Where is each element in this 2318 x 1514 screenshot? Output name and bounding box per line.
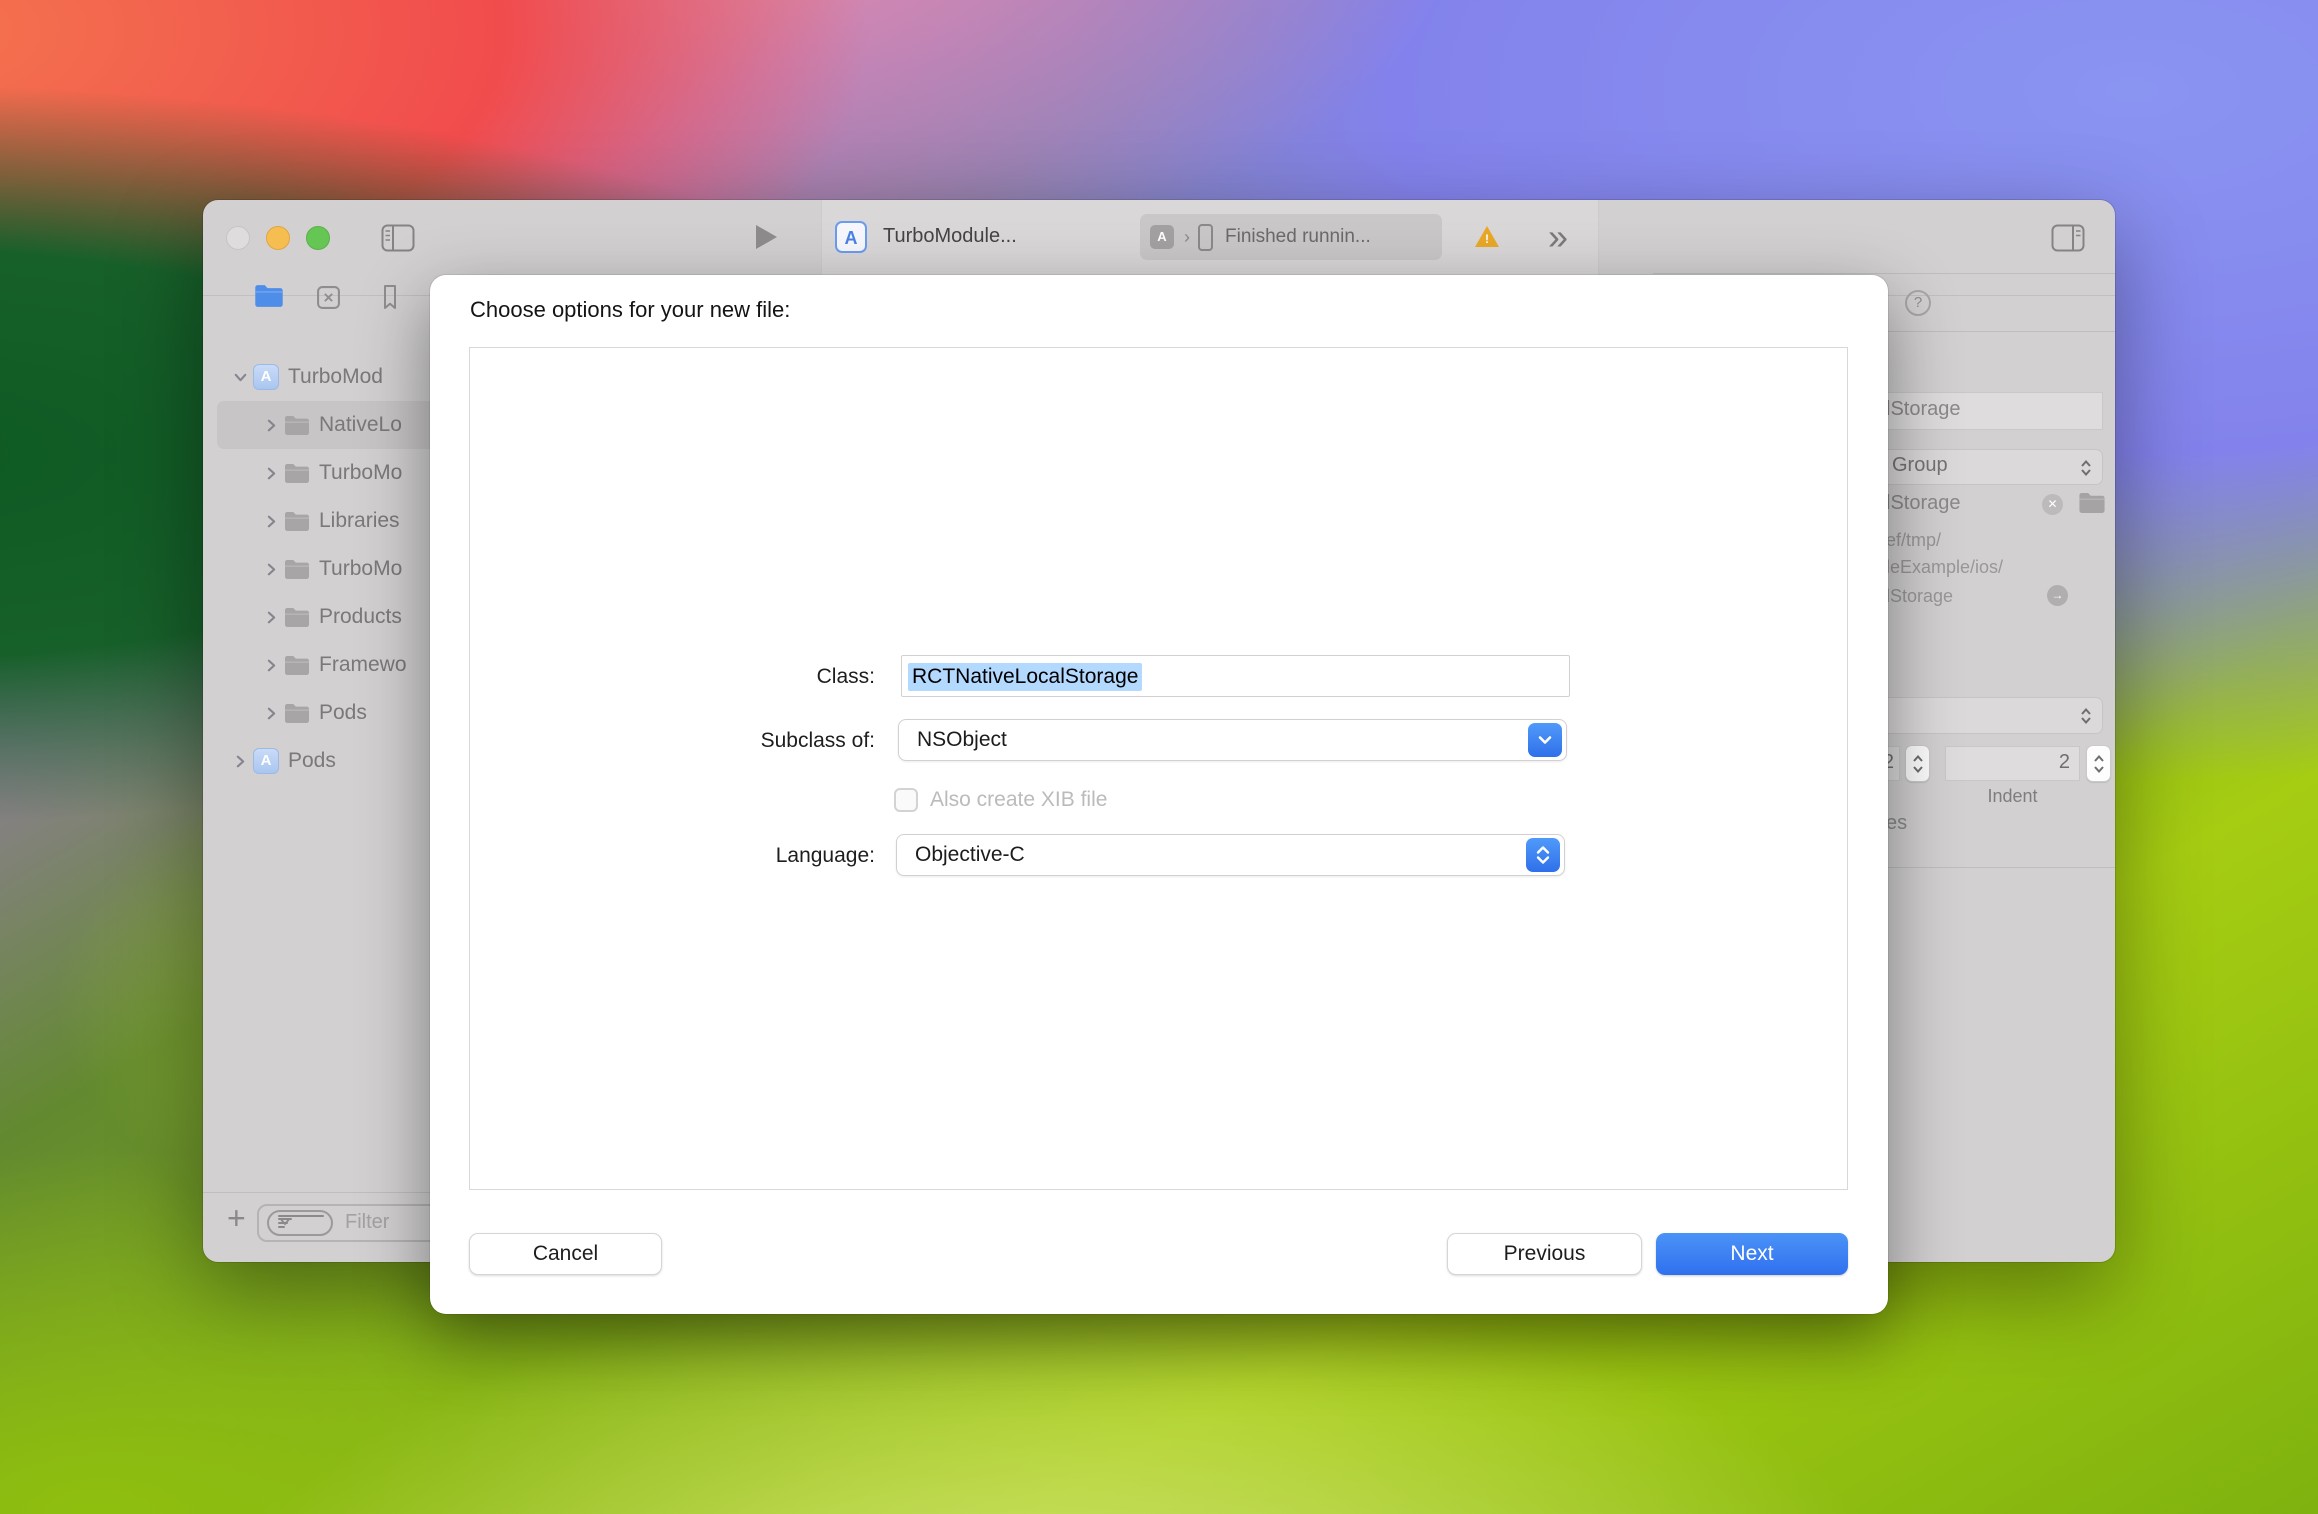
sidebar-item-label: Framewo (319, 653, 407, 677)
dialog-title: Choose options for your new file: (470, 297, 790, 323)
chevron-down-icon[interactable] (1528, 723, 1562, 757)
subclass-combobox[interactable]: NSObject (898, 719, 1567, 761)
warning-glyph: ! (1485, 232, 1489, 246)
sidebar-item-label: TurboMo (319, 461, 402, 485)
indent-width-value: 2 (2059, 751, 2070, 774)
class-input[interactable]: RCTNativeLocalStorage (901, 655, 1570, 697)
tab-width-stepper[interactable] (1905, 745, 1930, 782)
app-project-icon: A (253, 748, 279, 774)
indent-width-field[interactable]: 2 (1945, 746, 2080, 781)
app-project-icon: A (253, 364, 279, 390)
help-button[interactable]: ? (1905, 290, 1931, 316)
inspector-divider (1653, 273, 2115, 274)
filter-placeholder: Filter (345, 1211, 389, 1234)
close-button[interactable] (226, 226, 250, 250)
disclosure-down-icon[interactable] (227, 369, 253, 386)
disclosure-right-icon[interactable] (258, 465, 284, 482)
location-value: lStorage (1886, 492, 1961, 515)
folder-icon (284, 604, 310, 630)
class-input-selected-text: RCTNativeLocalStorage (908, 663, 1142, 691)
breadcrumb-chevron-icon: › (1184, 227, 1190, 248)
chevron-down-icon (278, 1215, 324, 1217)
xib-checkbox[interactable] (894, 788, 918, 812)
run-button[interactable] (756, 225, 777, 249)
language-label: Language: (615, 844, 875, 868)
left-sidebar-toggle-icon[interactable] (381, 224, 415, 257)
sidebar-item-label: TurboMo (319, 557, 402, 581)
activity-status-pill[interactable]: A › Finished runnin... (1140, 214, 1442, 260)
cancel-button[interactable]: Cancel (469, 1233, 662, 1275)
up-down-chevrons-icon (2078, 457, 2094, 484)
language-popup[interactable]: Objective-C (896, 834, 1565, 876)
folder-icon (284, 412, 310, 438)
full-path-line: leExample/ios/ (1886, 557, 2003, 578)
sidebar-item-label: TurboMod (288, 365, 383, 389)
previous-button[interactable]: Previous (1447, 1233, 1642, 1275)
folder-icon (284, 508, 310, 534)
device-icon (1198, 224, 1213, 251)
disclosure-right-icon[interactable] (227, 753, 253, 770)
indent-label: Indent (1945, 786, 2080, 807)
bookmark-icon[interactable] (378, 284, 402, 315)
x-square-icon[interactable] (316, 285, 341, 315)
folder-icon (284, 556, 310, 582)
right-sidebar-toggle-icon[interactable] (2051, 224, 2085, 257)
subclass-value: NSObject (917, 728, 1007, 752)
sidebar-item-label: Pods (319, 701, 367, 725)
sidebar-item-label: Pods (288, 749, 336, 773)
filter-input[interactable]: Filter (257, 1204, 457, 1242)
next-button[interactable]: Next (1656, 1233, 1848, 1275)
up-down-chevrons-icon[interactable] (1526, 838, 1560, 872)
folder-icon (284, 700, 310, 726)
toolbar-overflow-icon[interactable]: » (1548, 216, 1568, 258)
full-path-line: lStorage (1886, 586, 1953, 607)
dialog-content-box (469, 347, 1848, 1190)
minimize-button[interactable] (266, 226, 290, 250)
sidebar-item-label: Products (319, 605, 402, 629)
filter-options-icon[interactable] (267, 1210, 333, 1236)
class-label: Class: (615, 665, 875, 689)
indent-width-stepper[interactable] (2086, 745, 2111, 782)
status-text: Finished runnin... (1225, 226, 1371, 248)
disclosure-right-icon[interactable] (258, 657, 284, 674)
file-name-value: lStorage (1886, 398, 1961, 421)
disclosure-right-icon[interactable] (258, 417, 284, 434)
folder-icon (284, 652, 310, 678)
language-value: Objective-C (915, 843, 1025, 867)
new-file-options-dialog: Choose options for your new file: Class:… (430, 275, 1888, 1314)
type-popup-value: Group (1892, 454, 1948, 477)
clear-location-button[interactable]: ✕ (2042, 494, 2063, 515)
disclosure-right-icon[interactable] (258, 513, 284, 530)
up-down-chevrons-icon (2078, 705, 2094, 732)
status-app-icon: A (1150, 225, 1174, 249)
scheme-title[interactable]: TurboModule... (883, 225, 1017, 248)
zoom-button[interactable] (306, 226, 330, 250)
path-arrow-button[interactable]: → (2047, 585, 2068, 606)
scheme-app-icon: A (835, 221, 867, 253)
truncated-inspector-text: es (1886, 812, 1907, 835)
full-path-line: ef/tmp/ (1886, 530, 1941, 551)
disclosure-right-icon[interactable] (258, 561, 284, 578)
add-button[interactable]: + (227, 1200, 246, 1237)
sidebar-item-label: Libraries (319, 509, 400, 533)
disclosure-right-icon[interactable] (258, 705, 284, 722)
folder-picker-icon[interactable] (2078, 492, 2106, 519)
disclosure-right-icon[interactable] (258, 609, 284, 626)
folder-icon (284, 460, 310, 486)
xib-checkbox-label: Also create XIB file (930, 788, 1107, 812)
subclass-label: Subclass of: (615, 729, 875, 753)
sidebar-item-label: NativeLo (319, 413, 402, 437)
navigator-tab-bar (203, 284, 433, 324)
project-navigator-folder-icon[interactable] (254, 284, 284, 313)
warning-icon[interactable]: ! (1475, 226, 1499, 247)
